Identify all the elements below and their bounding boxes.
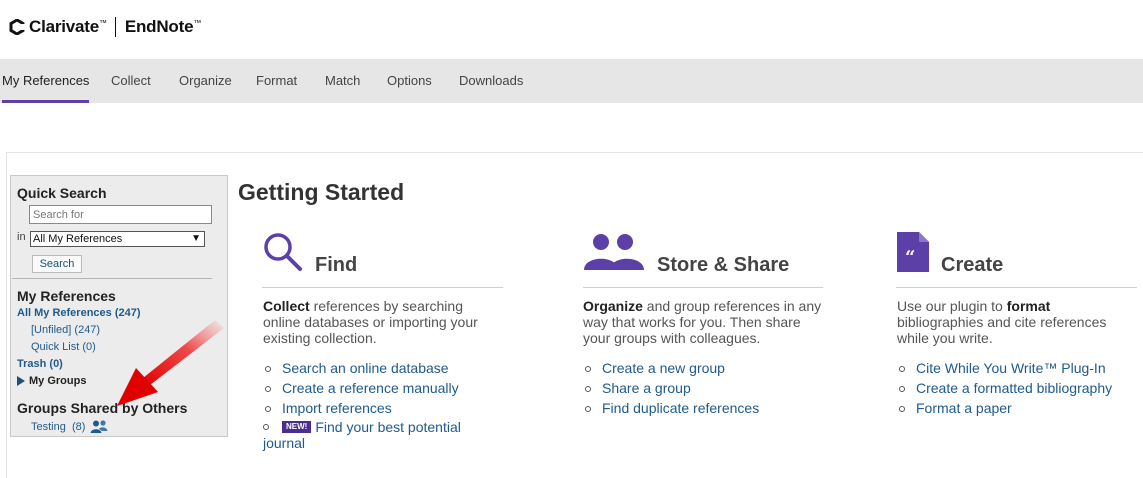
link-format-paper[interactable]: Format a paper [898,398,1112,418]
store-share-heading: Store & Share [657,254,790,276]
find-description: Collect references by searching online d… [263,298,478,346]
nav-tab-format[interactable]: Format [256,59,297,103]
link-share-group[interactable]: Share a group [584,378,759,398]
nav-tab-my-references[interactable]: My References [2,59,90,103]
create-links: Cite While You Write™ Plug-In Create a f… [898,358,1112,418]
logo-separator [114,17,116,37]
search-input[interactable] [29,205,212,224]
store-share-links: Create a new group Share a group Find du… [584,358,759,418]
svg-text:“: “ [905,247,915,268]
header: Clarivate™ EndNote™ [0,0,1143,59]
content-frame-left [6,152,7,478]
find-rule [262,287,503,288]
find-links: Search an online database Create a refer… [265,358,459,418]
sidebar-link-testing-group[interactable]: Testing (8) [31,421,85,433]
sidebar-link-unfiled[interactable]: [Unfiled] (247) [31,324,100,336]
link-create-new-group[interactable]: Create a new group [584,358,759,378]
shared-groups-heading: Groups Shared by Others [17,400,188,416]
document-quote-icon: “ [897,232,929,272]
create-description: Use our plugin to format bibliographies … [897,298,1107,346]
nav-tab-options[interactable]: Options [387,59,432,103]
brand-logo[interactable]: Clarivate™ EndNote™ [9,17,201,37]
people-icon [584,234,644,270]
link-cite-while-you-write[interactable]: Cite While You Write™ Plug-In [898,358,1112,378]
find-heading: Find [315,254,358,276]
link-create-reference-manually[interactable]: Create a reference manually [265,378,459,398]
nav-tab-collect[interactable]: Collect [111,59,151,103]
nav-tab-downloads[interactable]: Downloads [459,59,523,103]
create-heading: Create [941,254,1004,276]
store-share-rule [583,287,823,288]
magnifier-icon [264,233,302,271]
nav-tab-organize[interactable]: Organize [179,59,232,103]
expand-triangle-icon[interactable] [17,376,25,386]
nav-tab-match[interactable]: Match [325,59,360,103]
sidebar-link-quick-list[interactable]: Quick List (0) [31,341,96,353]
chevron-down-icon: ▼ [191,233,201,244]
sidebar-link-trash[interactable]: Trash (0) [17,358,63,370]
list-bullet [263,424,269,430]
search-in-label: in [17,231,26,243]
shared-group-icon [90,420,108,433]
main-nav: My References Collect Organize Format Ma… [0,59,1143,103]
new-badge: NEW! [282,421,312,433]
page-title: Getting Started [238,179,405,205]
link-search-online-database[interactable]: Search an online database [265,358,459,378]
brand-product: EndNote™ [124,17,202,36]
quick-search-heading: Quick Search [17,185,107,201]
store-share-description: Organize and group references in any way… [583,298,822,346]
my-references-heading: My References [17,288,116,304]
sidebar: Quick Search in All My References ▼ Sear… [10,175,228,437]
link-create-bibliography[interactable]: Create a formatted bibliography [898,378,1112,398]
sidebar-item-my-groups[interactable]: My Groups [17,375,86,387]
brand-company: Clarivate™ [29,17,107,36]
search-scope-select[interactable]: All My References ▼ [30,231,205,247]
clarivate-logo-icon [9,19,25,35]
sidebar-link-all-references[interactable]: All My References (247) [17,307,141,319]
find-journal-item: NEW! Find your best potential journal [263,419,483,451]
create-rule [896,287,1137,288]
search-button[interactable]: Search [32,255,82,273]
link-find-duplicates[interactable]: Find duplicate references [584,398,759,418]
sidebar-divider [12,278,212,279]
link-import-references[interactable]: Import references [265,398,459,418]
content-frame-top [6,152,1143,153]
